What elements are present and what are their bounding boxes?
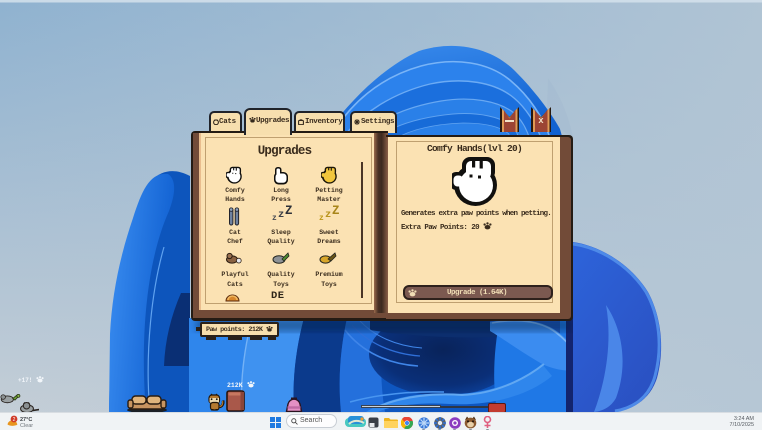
svg-text:2: 2 [12,416,15,422]
